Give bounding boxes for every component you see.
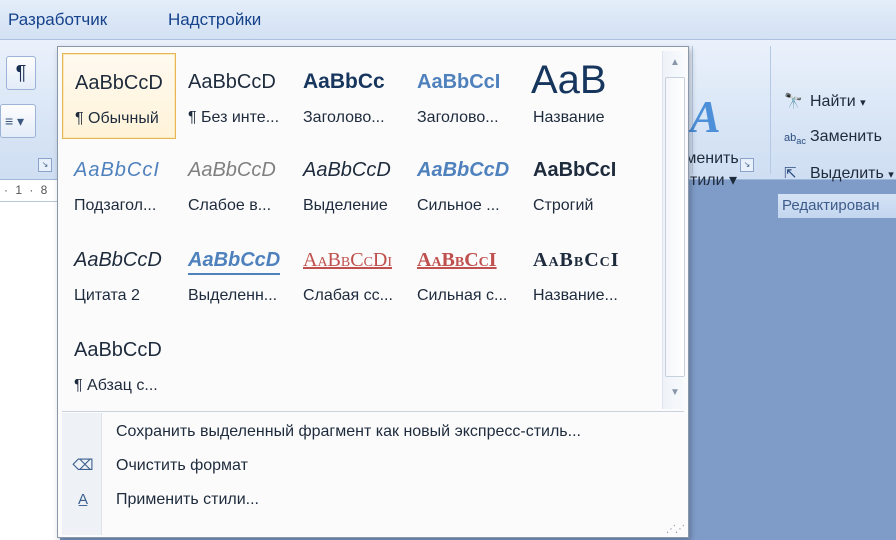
style-sample: AaBbCcDi	[303, 249, 393, 271]
style-heading-2[interactable]: AaBbCcI Заголово...	[405, 53, 519, 139]
show-formatting-marks-button[interactable]: ¶	[6, 56, 36, 90]
style-sample: AaBbCcD	[74, 339, 162, 361]
style-sample: AaBbCcI	[74, 159, 160, 181]
clear-formatting-menu-item[interactable]: ⌫ Очистить формат	[62, 451, 684, 483]
replace-button[interactable]: abac Заменить	[784, 128, 882, 146]
style-sample: AaBbCcI	[533, 249, 620, 271]
style-title[interactable]: AaB Название	[521, 53, 635, 139]
replace-icon: abac	[784, 132, 806, 147]
style-subtle-emphasis[interactable]: AaBbCcD Слабое в...	[176, 141, 290, 227]
style-name: Строгий	[533, 197, 594, 214]
style-intense-quote[interactable]: AaBbCcD Выделенн...	[176, 231, 290, 317]
style-book-title[interactable]: AaBbCcI Название...	[521, 231, 635, 317]
menu-divider	[62, 411, 684, 412]
style-name: Сильное ...	[417, 197, 500, 214]
chevron-down-icon: ▾	[860, 97, 866, 109]
paragraph-dialog-launcher[interactable]: ↘	[38, 158, 52, 172]
style-sample: AaBbCcD	[188, 159, 276, 181]
binoculars-icon: 🔭	[784, 93, 803, 110]
menu-item-label: Очистить формат	[116, 457, 248, 474]
change-styles-label-line2[interactable]: тили ▾	[690, 170, 737, 190]
style-name: Сильная с...	[417, 287, 508, 304]
select-button[interactable]: ⇱ Выделить ▾	[784, 164, 894, 183]
style-sample: AaBbCcD	[74, 249, 162, 271]
style-subtitle[interactable]: AaBbCcI Подзагол...	[62, 141, 176, 227]
styles-a-icon[interactable]: A	[690, 90, 721, 143]
apply-styles-menu-item[interactable]: A̲ Применить стили...	[62, 485, 684, 517]
style-intense-reference[interactable]: AaBbCcI Сильная с...	[405, 231, 519, 317]
style-sample: AaBbCcD	[188, 247, 281, 275]
style-name: Подзагол...	[74, 197, 157, 214]
quick-styles-gallery: AaBbCcD ¶ Обычный AaBbCcD ¶ Без инте... …	[57, 46, 689, 538]
document-page[interactable]	[0, 202, 60, 540]
chevron-down-icon: ▾	[888, 169, 894, 181]
style-name: Выделение	[303, 197, 388, 214]
menu-item-label: Применить стили...	[116, 491, 259, 508]
style-emphasis[interactable]: AaBbCcD Выделение	[291, 141, 405, 227]
style-quote-2[interactable]: AaBbCcD Цитата 2	[62, 231, 176, 317]
scroll-thumb[interactable]	[665, 77, 685, 377]
horizontal-ruler[interactable]: · 1 · 8 ·	[0, 180, 60, 211]
style-name: ¶ Обычный	[75, 110, 159, 127]
gallery-scrollbar[interactable]: ▲ ▼	[662, 51, 686, 409]
style-strong[interactable]: AaBbCcI Строгий	[521, 141, 635, 227]
menu-item-label: Сохранить выделенный фрагмент как новый …	[116, 423, 581, 440]
style-heading-1[interactable]: AaBbCc Заголово...	[291, 53, 405, 139]
style-list-paragraph[interactable]: AaBbCcD ¶ Абзац с...	[62, 321, 176, 407]
style-sample: AaBbCcI	[417, 249, 497, 271]
editing-group-label: Редактирован	[778, 194, 896, 218]
style-name: Выделенн...	[188, 287, 278, 304]
scroll-down-icon[interactable]: ▼	[667, 387, 683, 403]
style-name: Заголово...	[417, 109, 499, 126]
align-dropdown-button[interactable]: ≡ ▾	[0, 104, 36, 138]
cursor-icon: ⇱	[784, 165, 797, 182]
style-intense-emphasis[interactable]: AaBbCcD Сильное ...	[405, 141, 519, 227]
apply-styles-icon: A̲	[77, 491, 88, 508]
style-sample: AaBbCc	[303, 70, 385, 93]
group-separator	[770, 46, 771, 174]
style-sample: AaBbCcD	[188, 71, 276, 93]
style-sample-wrap: AaBbCcD	[176, 245, 290, 277]
style-sample: AaBbCcI	[533, 159, 617, 181]
styles-dialog-launcher[interactable]: ↘	[740, 158, 754, 172]
eraser-icon: ⌫	[72, 457, 94, 474]
tab-addins[interactable]: Надстройки	[168, 10, 261, 30]
save-quick-style-menu-item[interactable]: Сохранить выделенный фрагмент как новый …	[62, 417, 684, 449]
style-sample: AaBbCcD	[417, 159, 510, 181]
style-name: ¶ Абзац с...	[74, 377, 158, 394]
style-name: Заголово...	[303, 109, 385, 126]
style-sample: AaBbCcD	[75, 72, 163, 94]
style-name: Название...	[533, 287, 618, 304]
resize-grip-icon[interactable]: ⋰⋰	[666, 524, 685, 535]
style-name: Слабая сс...	[303, 287, 393, 304]
chevron-down-icon: ▾	[729, 172, 738, 189]
style-subtle-reference[interactable]: AaBbCcDi Слабая сс...	[291, 231, 405, 317]
style-sample: AaBbCcI	[417, 71, 501, 93]
style-name: Цитата 2	[74, 287, 140, 304]
align-lines-icon: ≡ ▾	[5, 113, 25, 129]
style-no-spacing[interactable]: AaBbCcD ¶ Без инте...	[176, 53, 290, 139]
tab-developer[interactable]: Разработчик	[8, 10, 107, 30]
find-button[interactable]: 🔭 Найти ▾	[784, 92, 866, 111]
style-normal[interactable]: AaBbCcD ¶ Обычный	[62, 53, 176, 139]
scroll-up-icon[interactable]: ▲	[667, 57, 683, 73]
style-name: Слабое в...	[188, 197, 272, 214]
style-sample: AaBbCcD	[303, 159, 391, 181]
style-sample: AaB	[531, 61, 607, 102]
style-name: ¶ Без инте...	[188, 109, 280, 126]
ribbon-tab-bar: Разработчик Надстройки	[0, 0, 896, 40]
style-name: Название	[533, 109, 605, 126]
